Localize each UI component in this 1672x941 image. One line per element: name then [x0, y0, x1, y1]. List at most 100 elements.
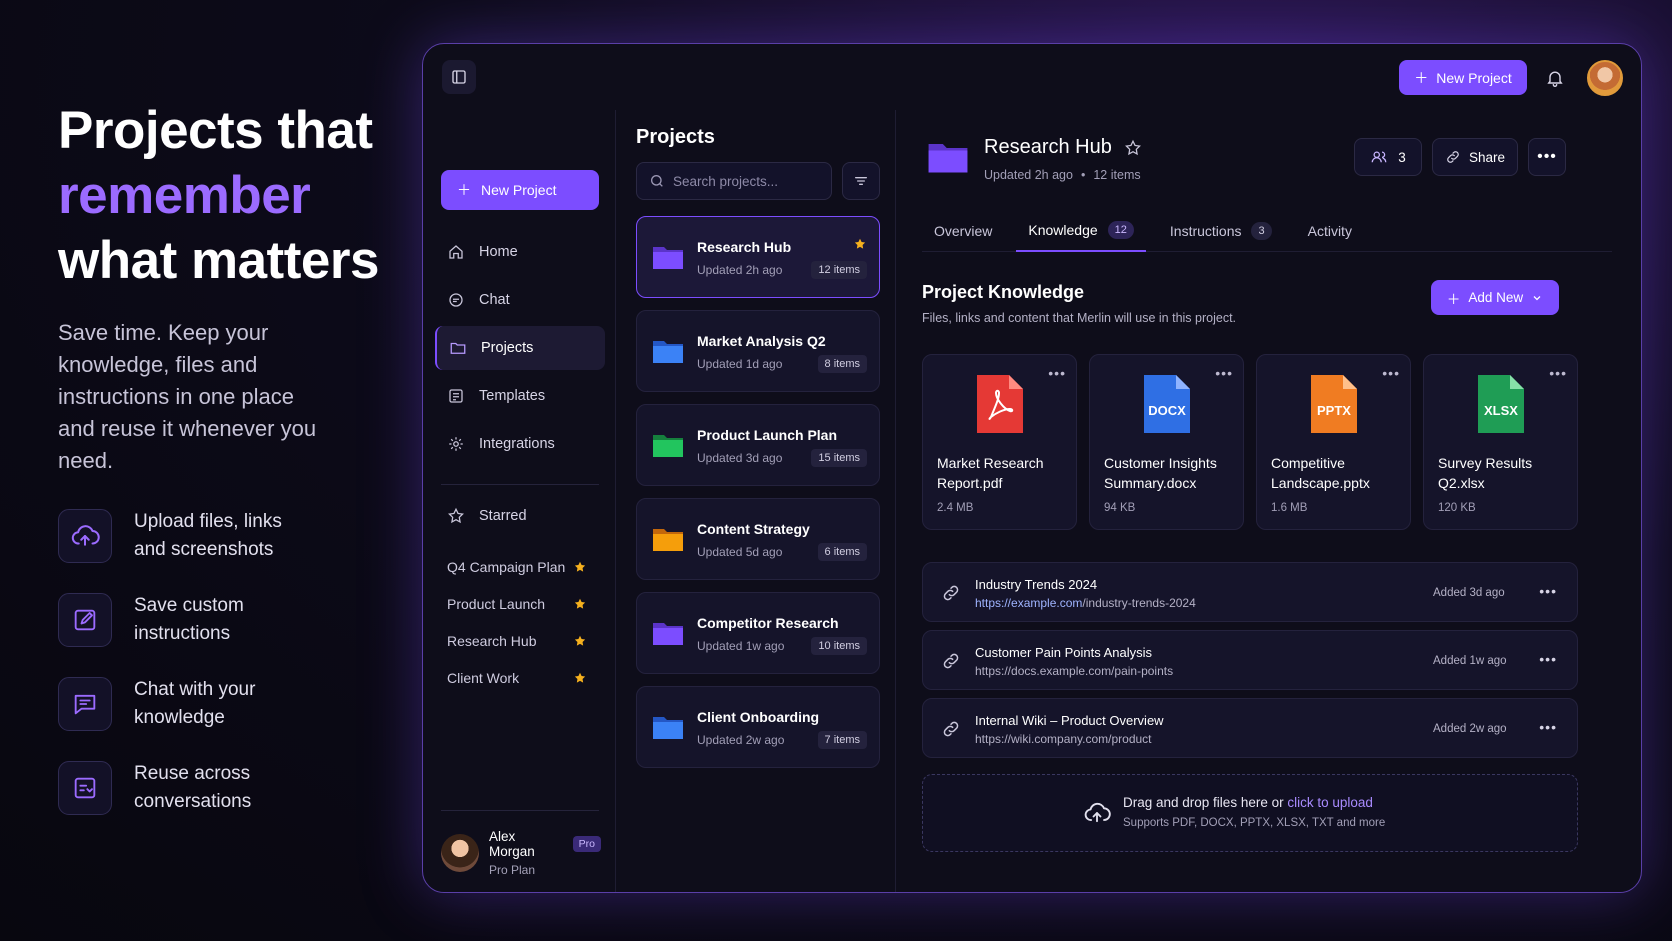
search-input[interactable]: Search projects... [636, 162, 832, 200]
file-card[interactable]: ••• DOCX Customer Insights Summary.docx … [1089, 354, 1244, 530]
starred-item[interactable]: Research Hub [447, 622, 587, 659]
more-options-icon[interactable]: ••• [1539, 651, 1557, 667]
starred-item[interactable]: Q4 Campaign Plan [447, 548, 587, 585]
feature-list: Upload files, links and screenshots Save… [58, 508, 304, 844]
pdf-file-icon [977, 375, 1023, 433]
link-row[interactable]: Industry Trends 2024 https://example.com… [922, 562, 1578, 622]
more-options-icon[interactable]: ••• [1528, 138, 1566, 176]
folder-icon [653, 623, 683, 645]
svg-text:XLSX: XLSX [1484, 403, 1518, 418]
sidebar-item-templates[interactable]: Templates [435, 374, 605, 418]
projects-panel: Projects Search projects... Research Hub… [616, 110, 896, 892]
starred-item[interactable]: Client Work [447, 659, 587, 696]
starred-item[interactable]: Product Launch [447, 585, 587, 622]
sidebar-item-projects[interactable]: Projects [435, 326, 605, 370]
cloud-upload-icon [58, 509, 112, 563]
more-options-icon[interactable]: ••• [1048, 365, 1066, 381]
svg-text:PPTX: PPTX [1317, 403, 1351, 418]
folder-icon [653, 435, 683, 457]
edit-icon [58, 593, 112, 647]
file-card[interactable]: ••• XLSX Survey Results Q2.xlsx 120 KB [1423, 354, 1578, 530]
user-name: Alex Morgan [488, 829, 535, 859]
sidebar-item-integrations[interactable]: Integrations [435, 422, 605, 466]
more-options-icon[interactable]: ••• [1539, 583, 1557, 599]
share-button[interactable]: Share [1432, 138, 1518, 176]
more-options-icon[interactable]: ••• [1549, 365, 1567, 381]
star-outline-icon[interactable] [1124, 139, 1142, 157]
user-divider [441, 810, 599, 811]
project-card[interactable]: Product Launch Plan Updated 3d ago 15 it… [636, 404, 880, 486]
user-profile[interactable]: Alex Morgan Pro Pro Plan [441, 828, 601, 878]
more-options-icon[interactable]: ••• [1215, 365, 1233, 381]
feature-item: Save custom instructions [58, 592, 304, 648]
integrations-icon [449, 437, 463, 451]
tab-overview[interactable]: Overview [922, 210, 1004, 252]
app-window: ＋ New Project ＋ New Project Home Chat Pr… [422, 43, 1642, 893]
project-card[interactable]: Client Onboarding Updated 2w ago 7 items [636, 686, 880, 768]
star-icon [574, 672, 586, 683]
knowledge-subtitle: Files, links and content that Merlin wil… [922, 311, 1237, 325]
search-placeholder: Search projects... [673, 173, 779, 189]
cloud-upload-icon [1084, 802, 1111, 823]
tab-activity[interactable]: Activity [1296, 210, 1364, 252]
upload-dropzone[interactable]: Drag and drop files here or click to upl… [922, 774, 1578, 852]
project-card[interactable]: Content Strategy Updated 5d ago 6 items [636, 498, 880, 580]
chat-icon [449, 293, 463, 307]
template-icon [449, 389, 463, 403]
more-options-icon[interactable]: ••• [1382, 365, 1400, 381]
star-icon [574, 561, 586, 572]
home-icon [449, 245, 463, 259]
tab-knowledge[interactable]: Knowledge 12 [1016, 210, 1146, 252]
project-card[interactable]: Research Hub Updated 2h ago 12 items [636, 216, 880, 298]
xlsx-file-icon: XLSX [1478, 375, 1524, 433]
link-icon [943, 721, 959, 737]
bell-icon[interactable] [1541, 64, 1569, 92]
chat-icon [58, 677, 112, 731]
users-icon [1371, 151, 1387, 163]
file-grid: ••• Market Research Report.pdf 2.4 MB ••… [922, 354, 1578, 530]
project-list: Research Hub Updated 2h ago 12 items Mar… [636, 216, 880, 780]
sidebar: ＋ New Project Home Chat Projects Templat… [423, 110, 616, 892]
more-options-icon[interactable]: ••• [1539, 719, 1557, 735]
project-card[interactable]: Market Analysis Q2 Updated 1d ago 8 item… [636, 310, 880, 392]
tab-instructions[interactable]: Instructions 3 [1158, 210, 1284, 252]
feature-item: Chat with your knowledge [58, 676, 304, 732]
click-to-upload-link[interactable]: click to upload [1287, 795, 1373, 810]
sidebar-item-home[interactable]: Home [435, 230, 605, 274]
avatar [441, 834, 479, 872]
plus-icon: ＋ [457, 182, 471, 198]
link-icon [943, 585, 959, 601]
sidebar-toggle-icon[interactable] [442, 60, 476, 94]
project-detail: Research Hub Updated 2h ago • 12 items 3 S… [896, 110, 1641, 892]
hero-subtitle: Save time. Keep your knowledge, files an… [58, 320, 317, 473]
link-row[interactable]: Customer Pain Points Analysis https://do… [922, 630, 1578, 690]
link-url[interactable]: https://wiki.company.com/product [975, 732, 1152, 746]
top-new-project-button[interactable]: ＋ New Project [1399, 60, 1527, 95]
link-url[interactable]: https://docs.example.com/pain-points [975, 664, 1173, 678]
user-plan: Pro Plan [488, 863, 535, 877]
topbar: ＋ New Project [423, 44, 1641, 110]
star-icon[interactable] [853, 237, 867, 251]
project-folder-icon [928, 144, 968, 173]
add-new-button[interactable]: ＋ Add New [1431, 280, 1559, 315]
star-icon [574, 598, 586, 609]
members-button[interactable]: 3 [1354, 138, 1422, 176]
svg-text:DOCX: DOCX [1148, 403, 1186, 418]
sidebar-nav: Home Chat Projects Templates Integration… [435, 230, 605, 470]
user-avatar[interactable] [1587, 60, 1623, 96]
starred-heading[interactable]: Starred [447, 507, 527, 525]
file-card[interactable]: ••• Market Research Report.pdf 2.4 MB [922, 354, 1077, 530]
folder-icon [653, 717, 683, 739]
file-card[interactable]: ••• PPTX Competitive Landscape.pptx 1.6 … [1256, 354, 1411, 530]
link-icon [1447, 151, 1459, 163]
star-icon [574, 635, 586, 646]
starred-list: Q4 Campaign Plan Product Launch Research… [447, 548, 587, 696]
knowledge-title: Project Knowledge [922, 282, 1085, 302]
link-row[interactable]: Internal Wiki – Product Overview https:/… [922, 698, 1578, 758]
project-card[interactable]: Competitor Research Updated 1w ago 10 it… [636, 592, 880, 674]
link-url[interactable]: https://example.com/industry-trends-2024 [975, 596, 1196, 610]
sidebar-new-project-button[interactable]: ＋ New Project [441, 170, 599, 210]
sidebar-item-chat[interactable]: Chat [435, 278, 605, 322]
projects-heading: Projects [636, 126, 715, 148]
filter-button[interactable] [842, 162, 880, 200]
